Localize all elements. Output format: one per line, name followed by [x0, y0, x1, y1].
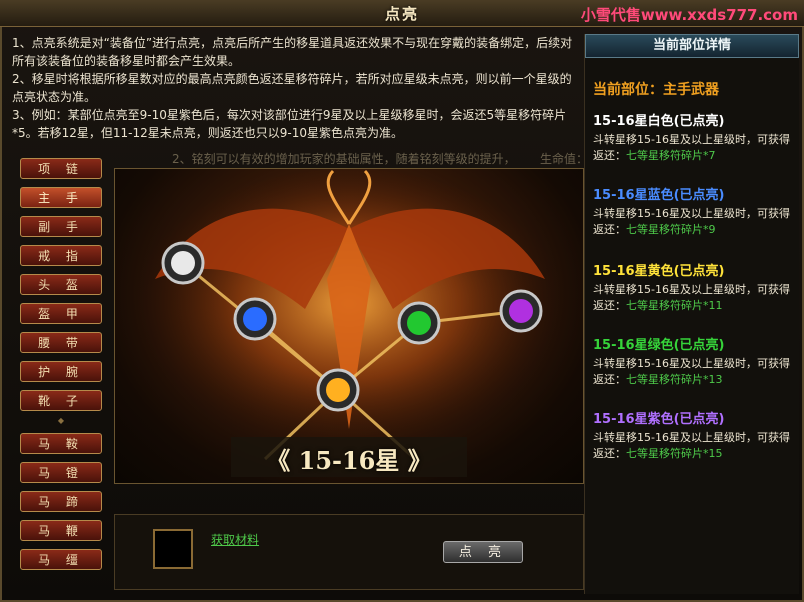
slot-belt-button[interactable]: 腰 带	[20, 332, 102, 353]
tier-title: 15-16星白色(已点亮)	[593, 114, 725, 129]
ghost-text-1: 2、铭刻可以有效的增加玩家的基础属性，随着铭刻等级的提升，	[172, 152, 516, 166]
description-line-3: 3、例如：某部位点亮至9-10星紫色后，每次对该部位进行9星及以上星级移星时，会…	[12, 108, 567, 140]
tier-entry: 15-16星绿色(已点亮) 斗转星移15-16星及以上星级时，可获得返还：七等星…	[593, 334, 797, 388]
tier-entry: 15-16星蓝色(已点亮) 斗转星移15-16星及以上星级时，可获得返还：七等星…	[593, 184, 797, 238]
tier-title: 15-16星紫色(已点亮)	[593, 412, 725, 427]
slot-stirrup-button[interactable]: 马 镫	[20, 462, 102, 483]
tier-desc: 斗转星移15-16星及以上星级时，可获得返还：七等星移符碎片*11	[593, 283, 790, 312]
material-panel: 获取材料 点 亮	[114, 514, 584, 590]
description-panel: 1、点亮系统是对“装备位”进行点亮，点亮后所产生的移星道具返还效果不与现在穿戴的…	[12, 34, 580, 142]
slot-saddle-button[interactable]: 马 鞍	[20, 433, 102, 454]
tier-title: 15-16星绿色(已点亮)	[593, 338, 725, 353]
description-line-2: 2、移星时将根据所移星数对应的最高点亮颜色返还星移符碎片，若所对应星级未点亮，则…	[12, 72, 572, 104]
details-panel: 当前部位详情 当前部位：主手武器 15-16星白色(已点亮) 斗转星移15-16…	[584, 34, 799, 594]
get-material-link[interactable]: 获取材料	[211, 531, 259, 548]
green-gem-icon[interactable]	[407, 311, 431, 335]
tier-entry: 15-16星紫色(已点亮) 斗转星移15-16星及以上星级时，可获得返还：七等星…	[593, 408, 797, 462]
watermark-text: 小雪代售www.xxds777.com	[580, 6, 798, 24]
material-slot[interactable]	[153, 529, 193, 569]
yellow-gem-icon[interactable]	[326, 378, 350, 402]
tier-entry: 15-16星白色(已点亮) 斗转星移15-16星及以上星级时，可获得返还：七等星…	[593, 110, 797, 164]
tier-title: 15-16星蓝色(已点亮)	[593, 188, 725, 203]
tier-desc: 斗转星移15-16星及以上星级时，可获得返还：七等星移符碎片*13	[593, 357, 790, 386]
phoenix-illustration	[129, 169, 569, 477]
purple-gem-icon[interactable]	[509, 299, 533, 323]
blue-gem-icon[interactable]	[243, 307, 267, 331]
slot-ring-button[interactable]: 戒 指	[20, 245, 102, 266]
slot-mainhand-button[interactable]: 主 手	[20, 187, 102, 208]
title-bar: 点亮 小雪代售www.xxds777.com	[0, 0, 804, 27]
ghost-text-2: 生命值：	[540, 152, 589, 166]
slot-armor-button[interactable]: 盔 甲	[20, 303, 102, 324]
tier-reward: 七等星移符碎片*15	[626, 447, 723, 460]
slot-offhand-button[interactable]: 副 手	[20, 216, 102, 237]
white-gem-icon[interactable]	[171, 251, 195, 275]
slot-horseshoe-button[interactable]: 马 蹄	[20, 491, 102, 512]
tier-reward: 七等星移符碎片*7	[626, 149, 716, 162]
description-line-1: 1、点亮系统是对“装备位”进行点亮，点亮后所产生的移星道具返还效果不与现在穿戴的…	[12, 36, 573, 68]
slot-necklace-button[interactable]: 项 链	[20, 158, 102, 179]
tier-entry: 15-16星黄色(已点亮) 斗转星移15-16星及以上星级时，可获得返还：七等星…	[593, 260, 797, 314]
details-header: 当前部位详情	[585, 34, 799, 58]
light-up-button[interactable]: 点 亮	[443, 541, 523, 563]
slot-helmet-button[interactable]: 头 盔	[20, 274, 102, 295]
slot-boots-button[interactable]: 靴 子	[20, 390, 102, 411]
tier-desc: 斗转星移15-16星及以上星级时，可获得返还：七等星移符碎片*15	[593, 431, 790, 460]
phoenix-artwork: 《 15-16星 》	[114, 168, 584, 484]
tier-reward: 七等星移符碎片*11	[626, 299, 723, 312]
current-part-label: 当前部位：主手武器	[593, 82, 719, 98]
tier-desc: 斗转星移15-16星及以上星级时，可获得返还：七等星移符碎片*7	[593, 133, 790, 162]
tier-title: 15-16星黄色(已点亮)	[593, 264, 725, 279]
tier-desc: 斗转星移15-16星及以上星级时，可获得返还：七等星移符碎片*9	[593, 207, 790, 236]
tier-reward: 七等星移符碎片*9	[626, 223, 716, 236]
slot-bracer-button[interactable]: 护 腕	[20, 361, 102, 382]
tier-reward: 七等星移符碎片*13	[626, 373, 723, 386]
slot-list: 项 链 主 手 副 手 戒 指 头 盔 盔 甲 腰 带 护 腕 靴 子 ◆ 马 …	[20, 158, 106, 578]
divider-ornament: ◆	[57, 416, 65, 425]
slot-whip-button[interactable]: 马 鞭	[20, 520, 102, 541]
slot-rein-button[interactable]: 马 缰	[20, 549, 102, 570]
stage-label[interactable]: 《 15-16星 》	[231, 441, 467, 476]
